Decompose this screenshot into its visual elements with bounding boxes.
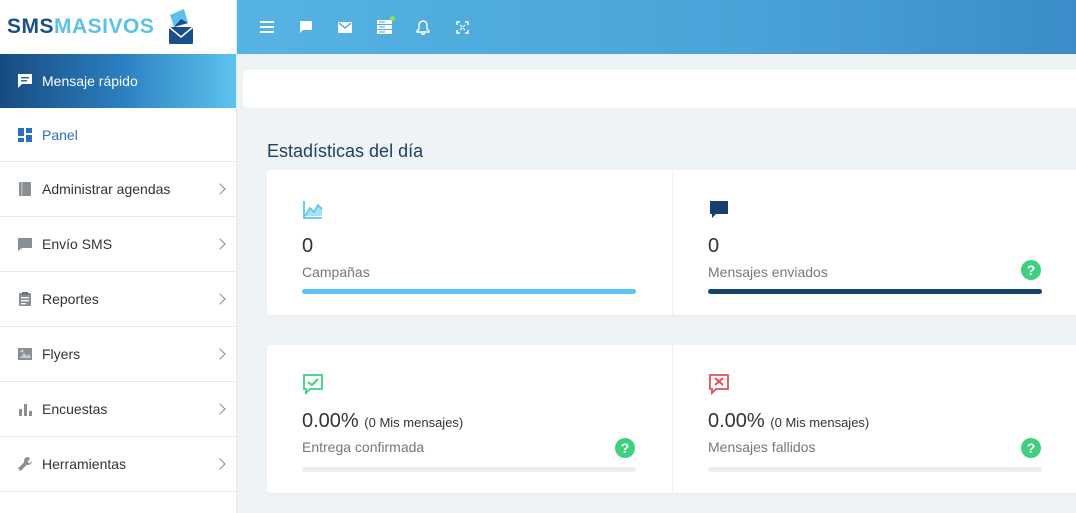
mail-icon[interactable] xyxy=(337,19,353,35)
sidebar-item-flyers[interactable]: Flyers xyxy=(0,327,236,382)
content-header-bar xyxy=(243,70,1076,108)
progress-bar xyxy=(708,467,1042,472)
clipboard-icon xyxy=(16,290,34,308)
sidebar-item-label: Administrar agendas xyxy=(42,181,171,197)
chevron-right-icon xyxy=(214,293,226,305)
chevron-right-icon xyxy=(214,403,226,415)
progress-bar xyxy=(708,289,1042,294)
logo-text: SMSMASIVOS xyxy=(7,15,155,38)
area-chart-icon xyxy=(303,201,323,219)
stat-label: Entrega confirmada xyxy=(302,439,425,455)
stat-messages-failed: 0.00% (0 Mis mensajes) Mensajes fallidos… xyxy=(672,345,1076,493)
sidebar-item-reportes[interactable]: Reportes xyxy=(0,272,236,327)
bell-icon[interactable] xyxy=(415,19,431,35)
progress-bar xyxy=(302,289,636,294)
topbar xyxy=(237,0,1076,54)
sidebar-item-label: Envío SMS xyxy=(42,236,113,252)
sidebar: SMSMASIVOS Mensaje rápido Panel Administ… xyxy=(0,0,237,513)
chevron-right-icon xyxy=(214,183,226,195)
help-icon[interactable]: ? xyxy=(1021,438,1041,458)
help-icon[interactable]: ? xyxy=(615,438,635,458)
sidebar-item-label: Encuestas xyxy=(42,401,108,417)
sidebar-item-label: Panel xyxy=(42,126,78,143)
stat-label: Campañas xyxy=(302,264,370,280)
stat-campaigns: 0 Campañas xyxy=(267,170,672,315)
stat-messages-sent: 0 Mensajes enviados ? xyxy=(672,170,1076,315)
progress-fill xyxy=(302,289,636,294)
stat-label: Mensajes enviados xyxy=(708,264,828,280)
sidebar-item-envio-sms[interactable]: Envío SMS xyxy=(0,217,236,272)
stat-value: 0.00% (0 Mis mensajes) xyxy=(302,410,464,432)
message-x-icon xyxy=(709,374,729,396)
stat-sub: (0 Mis mensajes) xyxy=(770,415,870,430)
envelope-logo-icon xyxy=(168,9,194,44)
stats-card-top: 0 Campañas 0 Mensajes enviados ? xyxy=(267,170,1076,315)
progress-bar xyxy=(302,467,636,472)
sidebar-item-agendas[interactable]: Administrar agendas xyxy=(0,162,236,217)
sidebar-item-panel[interactable]: Panel xyxy=(0,108,236,162)
stats-card-bottom: 0.00% (0 Mis mensajes) Entrega confirmad… xyxy=(267,345,1076,493)
sidebar-item-label: Reportes xyxy=(42,291,99,307)
quick-message-button[interactable]: Mensaje rápido xyxy=(0,54,236,108)
wrench-icon xyxy=(16,455,34,473)
chevron-right-icon xyxy=(214,238,226,250)
stat-label: Mensajes fallidos xyxy=(708,439,816,455)
stat-value: 0.00% (0 Mis mensajes) xyxy=(708,410,870,432)
page-title: Estadísticas del día xyxy=(267,141,424,161)
sidebar-item-label: Herramientas xyxy=(42,456,127,472)
message-check-icon xyxy=(303,374,323,396)
sidebar-item-label: Flyers xyxy=(42,346,81,362)
sidebar-item-encuestas[interactable]: Encuestas xyxy=(0,382,236,437)
stat-delivery-confirmed: 0.00% (0 Mis mensajes) Entrega confirmad… xyxy=(267,345,672,493)
fullscreen-icon[interactable] xyxy=(454,19,470,35)
dashboard-icon xyxy=(16,126,34,144)
stat-value: 0 xyxy=(708,235,720,257)
chat-icon xyxy=(18,74,32,88)
book-icon xyxy=(16,180,34,198)
progress-fill xyxy=(708,289,1042,294)
image-icon xyxy=(16,345,34,363)
chevron-right-icon xyxy=(214,458,226,470)
stat-value: 0 xyxy=(302,235,314,257)
chat-icon xyxy=(16,235,34,253)
server-icon[interactable] xyxy=(376,16,395,35)
chat-icon xyxy=(710,201,728,218)
logo[interactable]: SMSMASIVOS xyxy=(0,0,236,54)
bar-chart-icon xyxy=(16,400,34,418)
status-dot xyxy=(390,16,395,21)
quick-message-label: Mensaje rápido xyxy=(42,73,138,89)
help-icon[interactable]: ? xyxy=(1021,260,1041,280)
sidebar-item-herramientas[interactable]: Herramientas xyxy=(0,437,236,492)
menu-icon[interactable] xyxy=(259,19,275,35)
chat-icon[interactable] xyxy=(298,19,314,35)
chevron-right-icon xyxy=(214,348,226,360)
stat-sub: (0 Mis mensajes) xyxy=(364,415,464,430)
